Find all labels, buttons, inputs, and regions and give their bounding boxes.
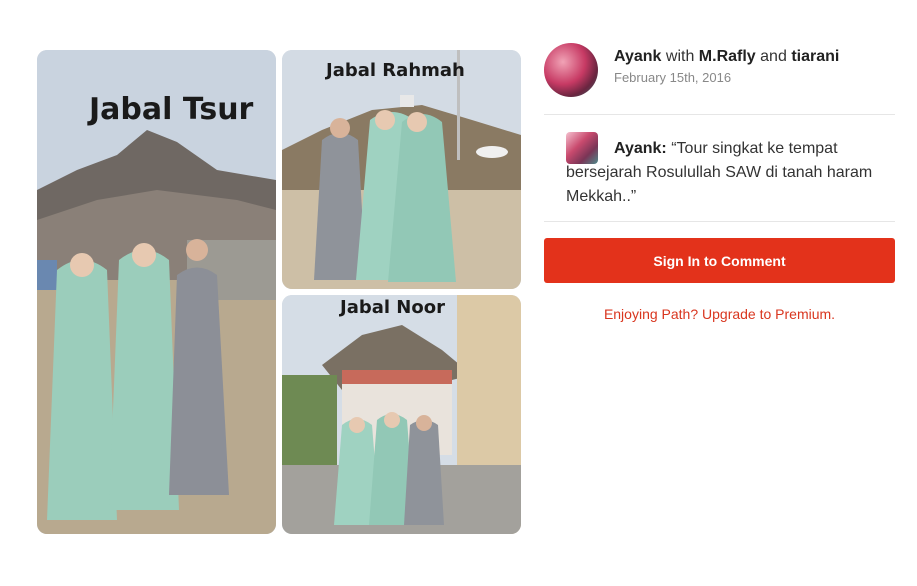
- photo-jabal-tsur[interactable]: Jabal Tsur: [37, 50, 276, 534]
- moment-date: February 15th, 2016: [614, 70, 732, 85]
- and-word: and: [760, 48, 787, 65]
- photo-jabal-rahmah[interactable]: Jabal Rahmah: [282, 50, 521, 289]
- photo-jabal-rahmah-image: [282, 50, 521, 289]
- author-name[interactable]: Ayank: [614, 48, 661, 65]
- moment-panel: Ayank with M.Rafly and tiarani February …: [544, 40, 895, 322]
- comment-text: “Tour singkat ke tempat bersejarah Rosul…: [566, 140, 873, 205]
- tagged-user-1[interactable]: M.Rafly: [699, 48, 756, 65]
- comment: Ayank: “Tour singkat ke tempat bersejara…: [544, 115, 895, 222]
- photo-jabal-noor[interactable]: Jabal Noor: [282, 295, 521, 534]
- comment-author[interactable]: Ayank:: [614, 140, 667, 157]
- tagged-user-2[interactable]: tiarani: [791, 48, 839, 65]
- sign-in-to-comment-button[interactable]: Sign In to Comment: [544, 238, 895, 283]
- upgrade-premium-link[interactable]: Enjoying Path? Upgrade to Premium.: [544, 306, 895, 322]
- moment-header: Ayank with M.Rafly and tiarani February …: [544, 40, 895, 115]
- comment-body: Ayank: “Tour singkat ke tempat bersejara…: [566, 137, 886, 209]
- photo-caption: Jabal Rahmah: [326, 60, 465, 81]
- with-word: with: [665, 48, 695, 65]
- photo-collage: Jabal Tsur Jabal Rahmah Jabal Noor: [37, 50, 521, 534]
- photo-caption: Jabal Noor: [340, 297, 445, 318]
- photo-jabal-noor-image: [282, 295, 521, 534]
- author-avatar[interactable]: [544, 43, 598, 97]
- photo-caption: Jabal Tsur: [89, 92, 254, 127]
- moment-title: Ayank with M.Rafly and tiarani: [614, 48, 839, 66]
